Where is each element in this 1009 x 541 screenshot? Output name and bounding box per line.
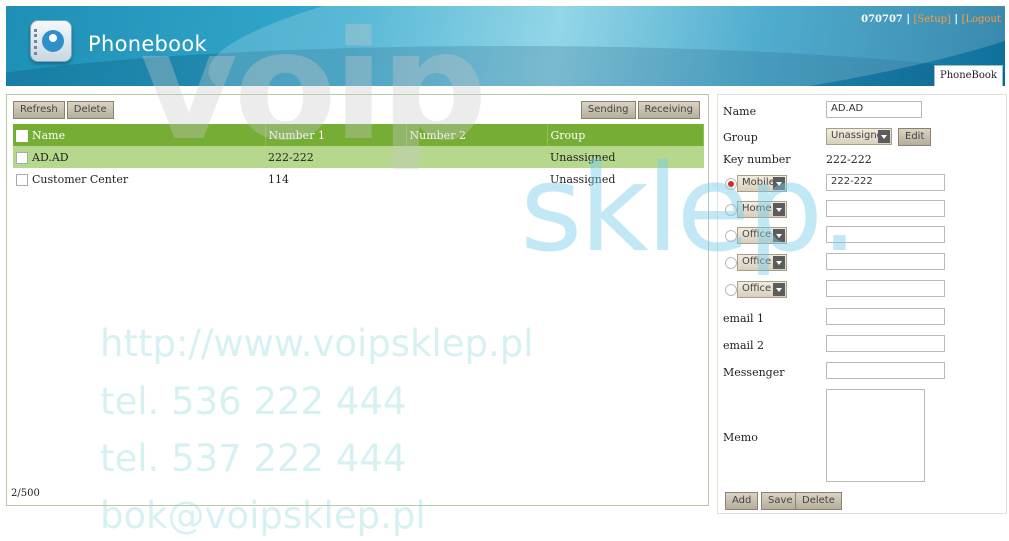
messenger-field[interactable] [826,362,945,379]
key-number-radio[interactable] [725,178,737,190]
messenger-label: Messenger [723,366,785,379]
group-select[interactable]: Unassigned [826,128,892,145]
phone-number-field[interactable] [826,226,945,243]
row-group-cell: Unassigned [547,168,704,190]
row-name-cell: AD.AD [13,146,265,168]
row-name-cell: Customer Center [13,168,265,190]
key-number-radio[interactable] [725,257,737,269]
key-number-radio[interactable] [725,230,737,242]
row-number1-cell: 114 [265,168,406,190]
add-button[interactable]: Add [725,492,759,510]
chevron-down-icon [878,130,890,143]
row-checkbox[interactable] [16,151,28,164]
delete-contacts-button[interactable]: Delete [66,101,114,119]
phone-number-field[interactable] [826,253,945,270]
column-group[interactable]: Group [547,124,704,146]
logout-link[interactable]: [Logout [962,14,1001,25]
app-title: Phonebook [88,32,207,56]
phonebook-logo-icon [30,20,72,62]
select-all-checkbox[interactable] [16,129,28,142]
group-label: Group [723,131,758,144]
key-number-label: Key number [723,153,791,166]
phone-number-field[interactable] [826,280,945,297]
email1-field[interactable] [826,308,945,325]
contacts-table: Name Number 1 Number 2 Group AD.AD 222-2… [13,124,704,190]
chevron-down-icon [773,229,785,242]
chevron-down-icon [773,256,785,269]
table-row[interactable]: Customer Center 114 Unassigned [13,168,704,190]
contact-count: 2/500 [11,488,40,499]
key-number-radio[interactable] [725,204,737,216]
column-number1[interactable]: Number 1 [265,124,407,146]
email2-field[interactable] [826,335,945,352]
list-toolbar-left: Refresh Delete [13,101,114,119]
column-name[interactable]: Name [13,124,266,146]
key-number-radio[interactable] [725,284,737,296]
top-links: 070707 | [Setup] | [Logout [861,14,1001,25]
chevron-down-icon [773,177,785,190]
table-header-row: Name Number 1 Number 2 Group [13,124,704,146]
row-number1-cell: 222-222 [265,146,406,168]
phone-type-select[interactable]: Mobile [737,175,787,192]
column-number2[interactable]: Number 2 [406,124,548,146]
setup-link[interactable]: [Setup] [914,14,951,25]
name-label: Name [723,105,757,118]
contact-detail-form: Name AD.AD Group Unassigned Edit Key num… [717,94,1007,514]
email2-label: email 2 [723,339,765,352]
table-row[interactable]: AD.AD 222-222 Unassigned [13,146,704,168]
contact-list-panel: Refresh Delete Sending Receiving Name Numb… [6,94,709,506]
chevron-down-icon [773,283,785,296]
user-id: 070707 [861,14,903,25]
refresh-button[interactable]: Refresh [13,101,65,119]
row-checkbox[interactable] [16,173,28,186]
phone-type-select[interactable]: Office [737,254,787,271]
name-field[interactable]: AD.AD [826,101,922,118]
memo-textarea[interactable] [826,389,925,482]
email1-label: email 1 [723,312,765,325]
row-number2-cell [406,146,547,168]
tab-phonebook[interactable]: PhoneBook [934,65,1003,86]
phone-type-select[interactable]: Office [737,227,787,244]
phone-type-select[interactable]: Home [737,201,787,218]
sending-button[interactable]: Sending [580,101,636,119]
phone-type-select[interactable]: Office [737,281,787,298]
row-number2-cell [406,168,547,190]
key-number-value: 222-222 [826,153,872,166]
app-header: Phonebook 070707 | [Setup] | [Logout Pho… [6,6,1005,86]
phone-number-field[interactable]: 222-222 [826,174,945,191]
receiving-button[interactable]: Receiving [637,101,700,119]
row-group-cell: Unassigned [547,146,704,168]
list-toolbar-right: Sending Receiving [580,101,700,119]
chevron-down-icon [773,203,785,216]
phone-number-field[interactable] [826,200,945,217]
edit-group-button[interactable]: Edit [898,128,932,146]
delete-button[interactable]: Delete [795,492,842,510]
save-button[interactable]: Save [761,492,800,510]
memo-label: Memo [723,431,758,444]
